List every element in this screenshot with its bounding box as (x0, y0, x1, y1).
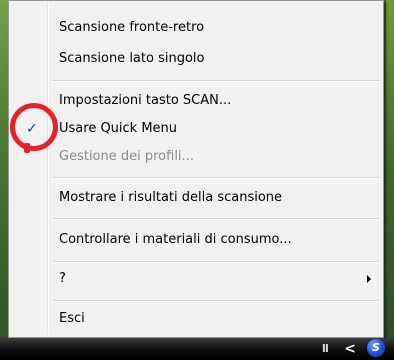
menu-separator (53, 261, 379, 263)
menu-item-label: Impostazioni tasto SCAN... (59, 93, 232, 108)
menu-item-duplex-scan[interactable]: Scansione fronte-retro (11, 16, 381, 40)
menu-separator (53, 177, 379, 179)
menu-item-label: Gestione dei profili... (59, 149, 194, 164)
menu-item-scan-button-settings[interactable]: Impostazioni tasto SCAN... (11, 89, 381, 113)
menu-item-label: Usare Quick Menu (59, 121, 178, 136)
menu-item-exit[interactable]: Esci (11, 307, 381, 331)
pause-icon[interactable]: II (322, 342, 329, 355)
menu-item-help[interactable]: ? (11, 267, 381, 291)
menu-item-label: ? (59, 271, 66, 286)
red-highlight-circle (10, 103, 58, 151)
menu-item-profile-management: Gestione dei profili... (11, 145, 381, 169)
menu-item-check-consumables[interactable]: Controllare i materiali di consumo... (11, 228, 381, 252)
taskbar: II < S (0, 338, 394, 360)
scansnap-context-menu: Scansione fronte-retro Scansione lato si… (8, 0, 384, 338)
menu-item-show-scan-results[interactable]: Mostrare i risultati della scansione (11, 186, 381, 210)
menu-item-label: Mostrare i risultati della scansione (59, 190, 283, 205)
menu-item-label: Scansione fronte-retro (59, 20, 205, 35)
show-hidden-icons-chevron-icon[interactable]: < (344, 341, 356, 357)
desktop-background-left (0, 0, 8, 340)
red-highlight-circle-tail (24, 143, 30, 153)
desktop-background-right (386, 0, 394, 340)
menu-separator (53, 80, 379, 82)
menu-item-label: Controllare i materiali di consumo... (59, 232, 292, 247)
menu-item-label: Scansione lato singolo (59, 51, 205, 66)
menu-separator (53, 218, 379, 220)
menu-item-label: Esci (59, 311, 85, 326)
menu-separator (53, 300, 379, 302)
submenu-arrow-icon (367, 275, 371, 283)
scansnap-tray-icon[interactable]: S (367, 339, 385, 357)
menu-item-simplex-scan[interactable]: Scansione lato singolo (11, 47, 381, 71)
menu-item-use-quick-menu[interactable]: ✓ Usare Quick Menu (11, 117, 381, 141)
